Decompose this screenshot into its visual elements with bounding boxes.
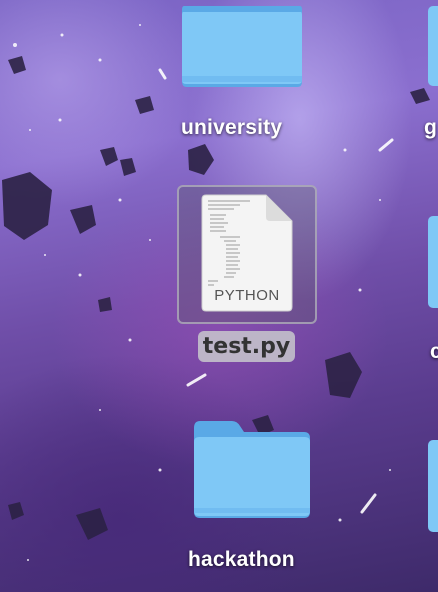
desktop-item-university[interactable] <box>180 0 304 90</box>
partial-folder-top-right[interactable] <box>424 0 438 90</box>
partial-folder-mid-right[interactable] <box>426 210 438 310</box>
folder-icon <box>428 440 438 532</box>
desktop-item-hackathon-label[interactable]: hackathon <box>188 548 295 572</box>
folder-icon <box>428 6 438 86</box>
partial-label-mid-right[interactable]: c <box>430 340 438 364</box>
desktop-background: university g c PYTHON test.py hackathon <box>0 0 438 592</box>
folder-icon <box>428 216 438 308</box>
file-type-badge: PYTHON <box>214 287 280 304</box>
folder-icon <box>182 6 302 87</box>
partial-folder-bottom-right[interactable] <box>426 438 438 538</box>
desktop-item-test-py-label[interactable]: test.py <box>198 331 295 362</box>
desktop-item-university-label[interactable]: university <box>181 116 282 140</box>
desktop-item-hackathon[interactable] <box>192 418 312 520</box>
folder-icon <box>194 421 310 518</box>
partial-label-top-right[interactable]: g <box>424 116 437 140</box>
